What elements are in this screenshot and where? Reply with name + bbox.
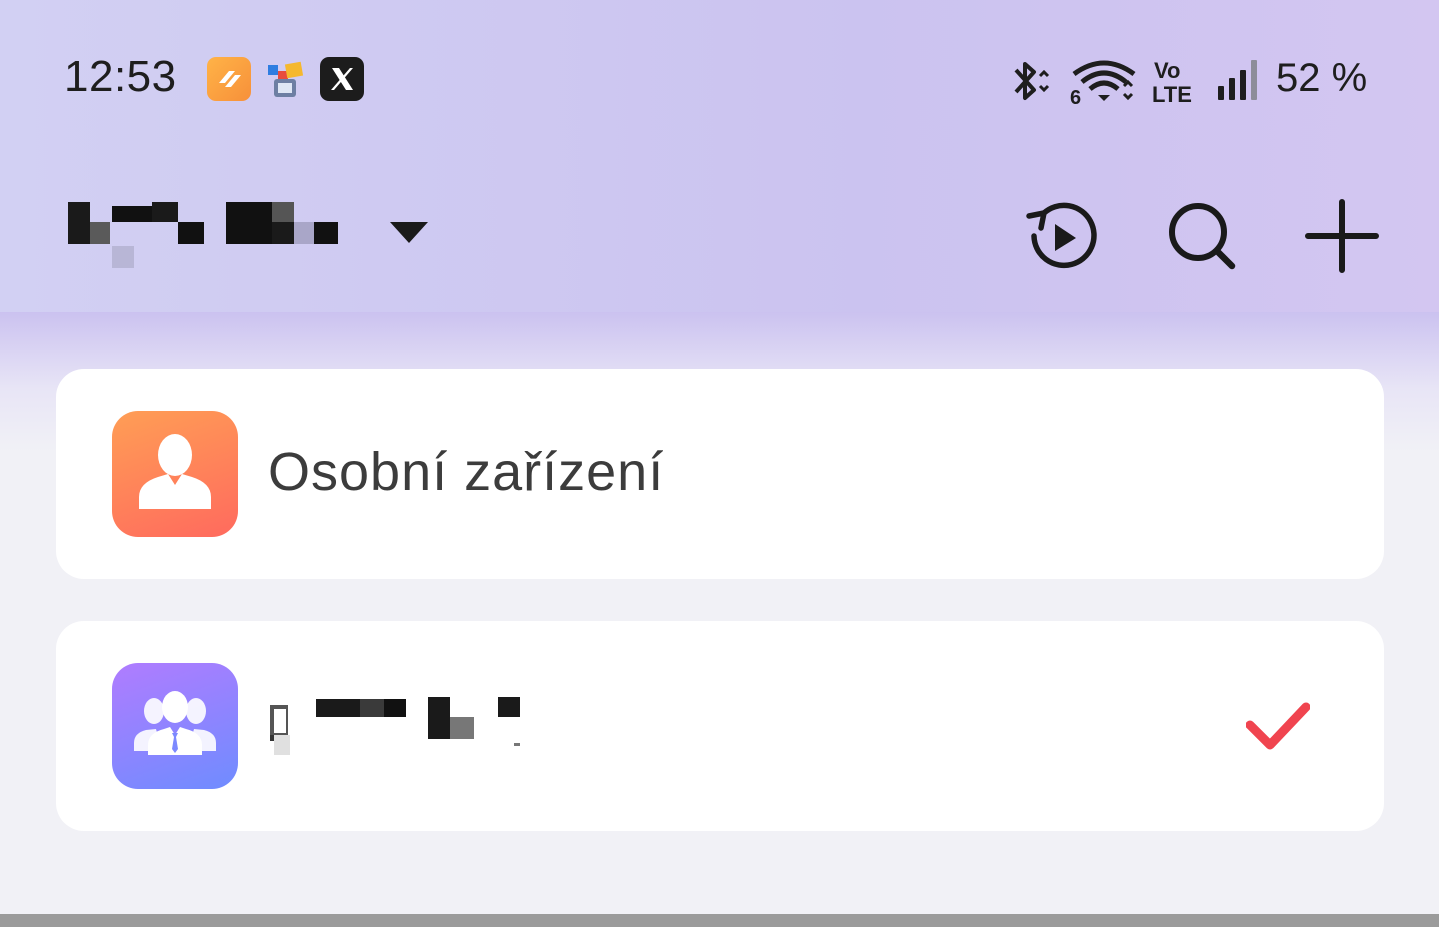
space-label-personal: Osobní zařízení [268,442,665,502]
svg-text:LTE: LTE [1152,82,1192,106]
account-name-redacted[interactable] [66,200,341,270]
cell-signal-icon [1218,60,1257,100]
multicolor-app-icon [264,57,308,101]
wifi-6-icon: 6 [1070,60,1136,106]
space-card-personal[interactable]: Osobní zařízení [56,369,1384,579]
space-card-team[interactable] [56,621,1384,831]
space-label-team-redacted [270,691,530,771]
bottom-edge-strip [0,914,1439,927]
svg-text:6: 6 [1070,87,1081,106]
search-icon [1169,203,1236,270]
add-icon [1305,199,1379,273]
volte-icon: Vo LTE [1152,58,1192,106]
search-button[interactable] [1162,196,1242,276]
status-time: 12:53 [64,52,177,101]
selected-check-icon [1246,702,1310,750]
svg-text:Vo: Vo [1154,58,1180,83]
history-icon [1026,202,1097,269]
team-icon [112,663,238,789]
history-button[interactable] [1022,196,1102,276]
x-app-icon [320,57,364,101]
battery-percent: 52 % [1276,56,1368,100]
account-dropdown-arrow-icon[interactable] [390,222,428,243]
orange-app-icon [207,57,251,101]
person-icon [112,411,238,537]
add-button[interactable] [1302,196,1382,276]
bluetooth-icon [1014,62,1050,100]
status-bar: 12:53 6 Vo LTE 52 % [0,40,1439,120]
